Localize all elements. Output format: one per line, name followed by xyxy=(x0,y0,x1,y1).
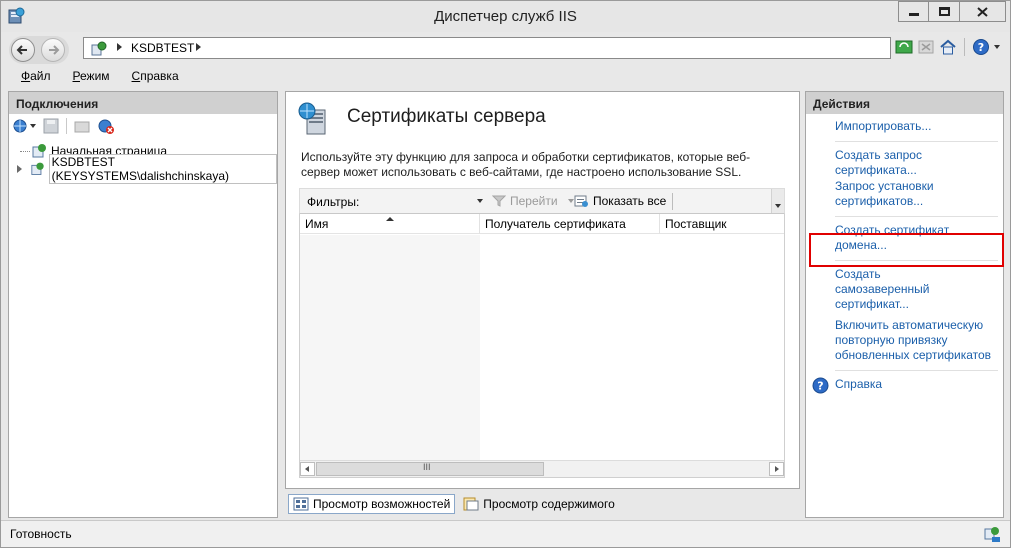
refresh-icon[interactable] xyxy=(895,38,913,56)
forward-arrow-icon xyxy=(49,45,60,55)
tab-content-label: Просмотр содержимого xyxy=(483,497,615,511)
connections-toolbar xyxy=(9,114,277,138)
help-icon: ? xyxy=(812,377,829,394)
svg-text:?: ? xyxy=(817,380,823,393)
column-header-issuer[interactable]: Поставщик xyxy=(660,214,784,234)
minimize-icon xyxy=(909,13,919,16)
action-enable-auto-rebind[interactable]: Включить автоматическую повторную привяз… xyxy=(806,318,1002,363)
expand-arrow-icon[interactable] xyxy=(17,165,22,173)
chevron-right-icon xyxy=(775,466,779,472)
menu-help[interactable]: Справка xyxy=(129,67,182,85)
funnel-icon xyxy=(492,195,506,207)
action-create-self-signed-certificate[interactable]: Создать самозаверенный сертификат... xyxy=(806,267,981,312)
sort-ascending-icon xyxy=(386,217,394,221)
column-header-subject[interactable]: Получатель сертификата xyxy=(480,214,660,234)
content-view-icon xyxy=(463,497,479,511)
server-certificates-icon xyxy=(298,102,326,135)
tree-item-server[interactable]: KSDBTEST (KEYSYSTEMS\dalishchinskaya) xyxy=(9,154,277,184)
svg-text:?: ? xyxy=(978,41,984,54)
view-tabs: Просмотр возможностей Просмотр содержимо… xyxy=(288,494,619,516)
overflow-chevron-icon xyxy=(775,204,781,208)
filter-toolbar: Фильтры: Перейти Показать все xyxy=(299,188,785,214)
filter-label: Фильтры: xyxy=(307,195,360,209)
filter-dropdown-icon[interactable] xyxy=(477,199,483,203)
server-globe-icon xyxy=(91,41,107,56)
connections-tree: Начальная страница KSDBTEST (KEYSYSTEMS\… xyxy=(9,138,277,184)
nav-toolbar: ? xyxy=(895,38,1000,56)
horizontal-scrollbar[interactable]: III xyxy=(300,460,784,477)
go-button[interactable]: Перейти xyxy=(492,194,574,208)
tree-item-label: KSDBTEST (KEYSYSTEMS\dalishchinskaya) xyxy=(48,154,277,184)
show-all-button[interactable]: Показать все xyxy=(574,194,666,208)
page-title: Сертификаты сервера xyxy=(347,106,546,127)
help-chevron-down-icon[interactable] xyxy=(994,45,1000,49)
tab-features-view[interactable]: Просмотр возможностей xyxy=(288,494,456,514)
connect-chevron-down-icon[interactable] xyxy=(30,123,36,128)
show-all-label: Показать все xyxy=(593,194,667,208)
table-body xyxy=(300,235,784,461)
scroll-right-button[interactable] xyxy=(769,462,784,476)
maximize-icon xyxy=(939,7,950,16)
breadcrumb-server[interactable]: KSDBTEST xyxy=(131,41,194,55)
scroll-left-button[interactable] xyxy=(300,462,315,476)
scroll-thumb[interactable]: III xyxy=(316,462,544,476)
breadcrumb-separator-icon xyxy=(117,43,122,51)
server-icon xyxy=(31,162,44,175)
navigation-bar: KSDBTEST ? xyxy=(1,32,1010,64)
connections-pane: Подключения Начальная страница KSDBTEST … xyxy=(8,91,278,518)
action-help-label: Справка xyxy=(835,377,883,391)
stop-icon[interactable] xyxy=(917,38,935,56)
page-description: Используйте эту функцию для запроса и об… xyxy=(301,150,751,179)
go-button-label: Перейти xyxy=(510,194,558,208)
up-folder-icon[interactable] xyxy=(73,117,91,135)
tab-content-view[interactable]: Просмотр содержимого xyxy=(459,494,618,514)
menu-file[interactable]: Файл xyxy=(18,67,54,85)
filter-input[interactable] xyxy=(364,192,486,211)
close-icon xyxy=(977,7,988,17)
features-view-icon xyxy=(293,497,309,511)
start-page-icon xyxy=(32,144,46,158)
window-title: Диспетчер служб IIS xyxy=(434,8,577,25)
disconnect-icon[interactable] xyxy=(97,117,115,135)
help-dropdown-icon[interactable]: ? xyxy=(972,38,990,56)
title-bar: Диспетчер служб IIS xyxy=(1,1,1010,32)
action-complete-certificate-request[interactable]: Запрос установки сертификатов... xyxy=(806,179,940,209)
action-help[interactable]: ? Справка xyxy=(806,377,1003,394)
chevron-left-icon xyxy=(305,466,309,472)
certificates-table: Имя Получатель сертификата Поставщик III xyxy=(299,214,785,478)
show-all-icon xyxy=(574,195,588,207)
minimize-button[interactable] xyxy=(898,1,929,22)
maximize-button[interactable] xyxy=(929,1,960,22)
status-bar: Готовность xyxy=(1,520,1010,547)
highlight-box xyxy=(809,233,1004,267)
filter-overflow-button[interactable] xyxy=(771,189,784,213)
actions-pane: Действия Импортировать... Создать запрос… xyxy=(805,91,1004,518)
table-header: Имя Получатель сертификата Поставщик xyxy=(300,214,784,234)
forward-button[interactable] xyxy=(41,38,65,62)
menu-bar: Файл Режим Справка xyxy=(1,64,1010,88)
action-import[interactable]: Импортировать... xyxy=(806,119,1003,134)
back-arrow-icon xyxy=(16,45,27,55)
save-icon[interactable] xyxy=(42,117,60,135)
address-bar[interactable]: KSDBTEST xyxy=(83,37,891,59)
connections-header: Подключения xyxy=(9,92,277,114)
close-button[interactable] xyxy=(960,1,1006,22)
iis-manager-window: Диспетчер служб IIS KSDBTEST ? Файл Режи… xyxy=(0,0,1011,548)
action-create-certificate-request[interactable]: Создать запрос сертификата... xyxy=(806,148,931,178)
scroll-thumb-grip: III xyxy=(423,462,431,472)
column-header-name[interactable]: Имя xyxy=(300,214,480,234)
feature-pane: Сертификаты сервера Используйте эту функ… xyxy=(285,91,800,489)
status-text: Готовность xyxy=(10,527,72,541)
network-status-icon xyxy=(984,527,1000,542)
menu-view[interactable]: Режим xyxy=(70,67,113,85)
breadcrumb-chevron-icon[interactable] xyxy=(196,43,201,51)
back-button[interactable] xyxy=(11,38,35,62)
home-icon[interactable] xyxy=(939,38,957,56)
tab-features-label: Просмотр возможностей xyxy=(313,497,451,511)
connect-globe-icon[interactable] xyxy=(12,117,30,135)
go-chevron-down-icon xyxy=(567,199,574,203)
actions-header: Действия xyxy=(806,92,1003,114)
